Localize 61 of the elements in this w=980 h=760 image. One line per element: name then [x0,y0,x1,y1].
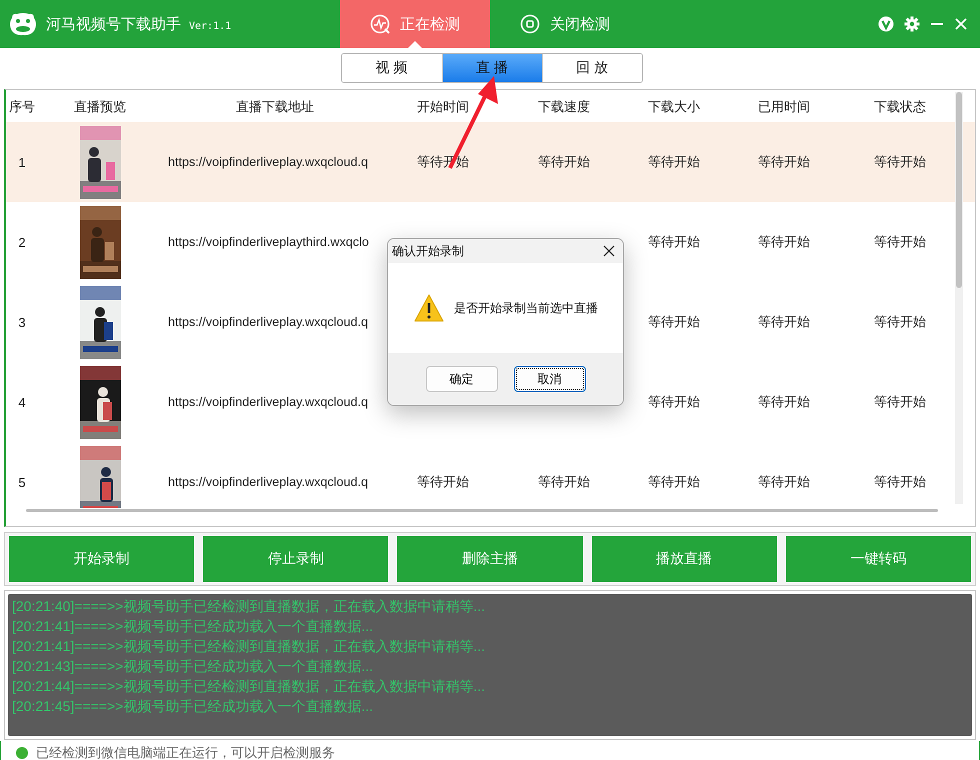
table-cell-text: 等待开始 [537,153,591,171]
table-cell[interactable]: 2 [6,234,38,250]
column-header: 直播预览 [73,98,127,116]
table-cell-text: https://voipfinderliveplay.wxqcloud.q [167,155,369,169]
column-header: 直播下载地址 [235,98,315,116]
table-cell-text: 等待开始 [873,233,927,251]
table-cell[interactable]: 5 [6,474,38,490]
table-cell-text: 等待开始 [873,393,927,411]
dialog-title: 确认开始录制 [392,242,464,260]
table-cell-text: 等待开始 [757,233,811,251]
table-cell-text: 等待开始 [647,313,701,331]
dialog-button[interactable]: 确定 [426,366,498,392]
table-cell-text: 等待开始 [873,473,927,491]
table-cell-text: 等待开始 [537,473,591,491]
table-cell-text: 等待开始 [757,153,811,171]
log-line: [20:21:43]====>>视频号助手已经成功载入一个直播数据... [12,657,374,676]
version-label: Ver:1.1 [189,20,232,32]
column-header: 下载状态 [873,98,927,116]
horizontal-scrollbar[interactable] [26,509,938,512]
log-line: [20:21:40]====>>视频号助手已经检测到直播数据，正在载入数据中请稍等... [12,597,486,616]
app-title: 河马视频号下载助手 [46,14,181,34]
table-cell-text: https://voipfinderliveplay.wxqcloud.q [167,395,369,409]
column-header: 下载速度 [537,98,591,116]
table-cell-text: https://voipfinderliveplay.wxqcloud.q [167,475,369,489]
table-cell[interactable]: 1 [6,154,38,170]
radar-icon [370,14,390,34]
table-cell-text: 等待开始 [757,473,811,491]
log-line: [20:21:45]====>>视频号助手已经成功载入一个直播数据... [12,697,374,716]
table-cell-text: 等待开始 [647,393,701,411]
status-dot [16,746,28,758]
log-line: [20:21:44]====>>视频号助手已经检测到直播数据，正在载入数据中请稍等... [12,677,486,696]
table-cell-text: 等待开始 [757,393,811,411]
status-text: 已经检测到微信电脑端正在运行，可以开启检测服务 [36,744,335,760]
table-cell[interactable]: 3 [6,314,38,330]
vertical-scrollbar[interactable] [955,92,963,504]
table-cell-text: https://voipfinderliveplay.wxqcloud.q [167,315,369,329]
close-icon[interactable] [603,245,615,257]
column-header: 开始时间 [416,98,470,116]
stop-icon [520,14,540,34]
log-line: [20:21:41]====>>视频号助手已经检测到直播数据，正在载入数据中请稍等... [12,637,486,656]
v-badge-icon[interactable] [878,16,894,32]
dialog-button[interactable]: 取消 [514,366,586,392]
column-header: 已用时间 [757,98,811,116]
hippo-logo-icon [8,12,38,36]
column-header: 序号 [8,98,36,116]
warning-icon [414,294,444,322]
settings-icon[interactable] [904,16,920,32]
table-cell-text: 等待开始 [873,153,927,171]
table-cell-text: 等待开始 [757,313,811,331]
log-line: [20:21:41]====>>视频号助手已经成功载入一个直播数据... [12,617,374,636]
table-cell-text: 等待开始 [873,313,927,331]
table-cell-text: 等待开始 [647,473,701,491]
table-cell-text: 等待开始 [647,153,701,171]
table-cell-text: 等待开始 [416,473,470,491]
dialog-message: 是否开始录制当前选中直播 [454,300,598,316]
table-cell[interactable]: 4 [6,394,38,410]
table-cell-text: 等待开始 [647,233,701,251]
mode-tab[interactable]: 回 放 [542,54,642,82]
column-header: 下载大小 [647,98,701,116]
table-cell-text: https://voipfinderliveplaythird.wxqclo [167,235,370,249]
mode-tab[interactable]: 直 播 [442,54,542,82]
